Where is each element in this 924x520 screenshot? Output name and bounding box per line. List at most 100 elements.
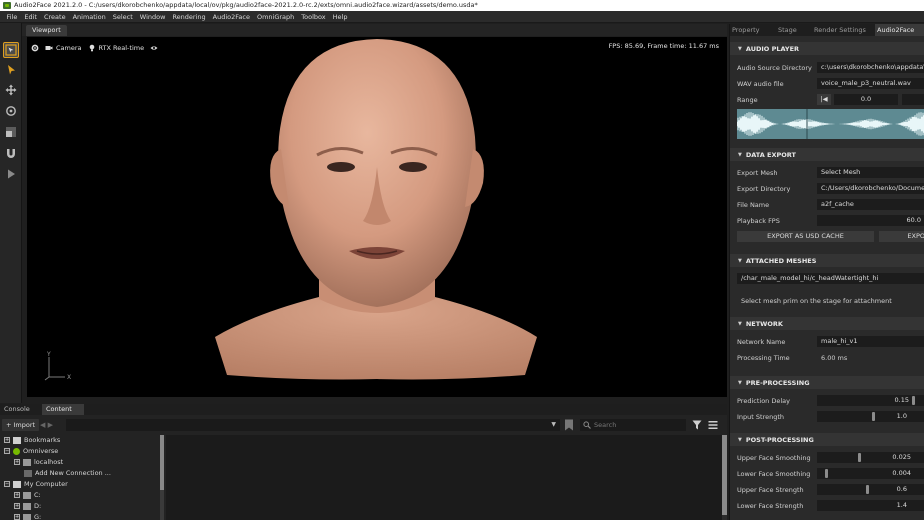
attached-mesh-path[interactable]: /char_male_model_hi/c_headWatertight_hi (737, 273, 924, 284)
render-mode-label: RTX Real-time (98, 43, 145, 52)
wav-file-field[interactable]: voice_male_p3_neutral.wav (817, 78, 924, 89)
menu-audio2face[interactable]: Audio2Face (209, 13, 253, 21)
data-export-header[interactable]: ▼ DATA EXPORT (730, 148, 924, 161)
bookmark-icon[interactable] (564, 419, 574, 431)
menu-toolbox[interactable]: Toolbox (298, 13, 329, 21)
menu-rendering[interactable]: Rendering (169, 13, 209, 21)
lower-face-smoothing-slider[interactable]: 0.004 (817, 468, 924, 479)
camera-button[interactable]: Camera (45, 44, 82, 52)
file-name-field[interactable]: a2f_cache (817, 199, 924, 210)
play-icon[interactable] (3, 166, 19, 182)
menu-edit[interactable]: Edit (21, 13, 41, 21)
upper-face-strength-slider[interactable]: 0.6 (817, 484, 924, 495)
range-end-field[interactable] (902, 94, 924, 105)
collapse-icon[interactable]: − (4, 481, 10, 487)
menu-help[interactable]: Help (329, 13, 351, 21)
tree-item-omniverse[interactable]: − Omniverse (4, 446, 58, 456)
network-name-field[interactable]: male_hi_v1 (817, 336, 924, 347)
viewport[interactable]: Camera RTX Real-time FPS: 85.69, Frame t… (27, 37, 727, 397)
move-icon[interactable] (3, 82, 19, 98)
tab-render-settings[interactable]: Render Settings (812, 24, 875, 36)
network-name-label: Network Name (737, 338, 786, 346)
network-header[interactable]: ▼ NETWORK (730, 317, 924, 330)
playback-fps-field[interactable]: 60.0 (817, 215, 924, 226)
visibility-button[interactable] (150, 44, 158, 52)
omniverse-icon (13, 447, 20, 455)
tree-item-drive-d[interactable]: + D: (14, 501, 41, 511)
content-scrollbar-thumb[interactable] (722, 435, 727, 515)
content-toolbar: + Import ◀ ▶ ▼ Search (0, 418, 727, 432)
audio-waveform[interactable] (737, 109, 924, 139)
content-grid[interactable] (166, 435, 722, 520)
audio-player-header[interactable]: ▼ AUDIO PLAYER (730, 42, 924, 55)
collapse-icon[interactable]: − (4, 448, 10, 454)
expand-icon[interactable]: + (4, 437, 10, 443)
pre-processing-header[interactable]: ▼ PRE-PROCESSING (730, 376, 924, 389)
tab-content[interactable]: Content (42, 404, 84, 415)
rotate-icon[interactable] (3, 103, 19, 119)
chevron-down-icon[interactable]: ▼ (551, 419, 556, 431)
import-button[interactable]: + Import (2, 419, 40, 431)
tab-console[interactable]: Console (0, 404, 42, 415)
snap-magnet-icon[interactable] (3, 145, 19, 161)
drive-icon (23, 513, 31, 520)
expand-icon[interactable]: + (14, 492, 20, 498)
export-dir-field[interactable]: C:/Users/dkorobchenko/Documents (817, 183, 924, 194)
slider-thumb[interactable] (866, 485, 869, 494)
tree-item-my-computer[interactable]: − My Computer (4, 479, 68, 489)
menu-window[interactable]: Window (136, 13, 169, 21)
tree-item-drive-c[interactable]: + C: (14, 490, 41, 500)
select-mode-icon[interactable] (3, 42, 19, 58)
attached-meshes-header[interactable]: ▼ ATTACHED MESHES (730, 254, 924, 267)
menu-omnigraph[interactable]: OmniGraph (253, 13, 297, 21)
arrow-select-icon[interactable] (3, 62, 19, 78)
slider-thumb[interactable] (825, 469, 828, 478)
prediction-delay-slider[interactable]: 0.15 (817, 395, 924, 406)
filter-icon[interactable] (692, 420, 702, 430)
menu-file[interactable]: File (3, 13, 21, 21)
expand-icon[interactable]: + (14, 503, 20, 509)
post-processing-header[interactable]: ▼ POST-PROCESSING (730, 433, 924, 446)
list-view-icon[interactable] (708, 420, 718, 430)
tree-item-localhost[interactable]: + localhost (14, 457, 63, 467)
menu-animation[interactable]: Animation (69, 13, 109, 21)
scale-icon[interactable] (3, 124, 19, 140)
expand-icon[interactable]: + (14, 514, 20, 520)
export-usd-cache-button[interactable]: EXPORT AS USD CACHE (737, 231, 874, 242)
menu-create[interactable]: Create (40, 13, 69, 21)
tree-scrollbar-thumb[interactable] (160, 435, 164, 490)
content-browser: + Import ◀ ▶ ▼ Search + Bookmarks − Omni… (0, 415, 727, 520)
tree-item-bookmarks[interactable]: + Bookmarks (4, 435, 60, 445)
path-field[interactable]: ▼ (66, 419, 560, 431)
lower-face-strength-slider[interactable]: 1.4 (817, 500, 924, 511)
skip-to-start-button[interactable]: |◀ (817, 94, 831, 105)
audio-source-dir-field[interactable]: c:\users\dkorobchenko\appdata\lo (817, 62, 924, 73)
drive-icon (23, 502, 31, 510)
export-dir-label: Export Directory (737, 185, 791, 193)
tab-audio2face[interactable]: Audio2Face (875, 24, 924, 36)
forward-arrow-icon[interactable]: ▶ (48, 421, 53, 429)
search-icon (583, 421, 591, 429)
range-start-field[interactable]: 0.0 (834, 94, 898, 105)
skip-start-icon: |◀ (820, 95, 828, 103)
input-strength-slider[interactable]: 1.0 (817, 411, 924, 422)
export-other-button[interactable]: EXPO (879, 231, 924, 242)
slider-thumb[interactable] (858, 453, 861, 462)
tree-item-add-connection[interactable]: Add New Connection ... (24, 468, 111, 478)
expand-icon[interactable]: + (14, 459, 20, 465)
tree-item-drive-g[interactable]: + G: (14, 512, 41, 520)
menu-select[interactable]: Select (109, 13, 136, 21)
lower-face-smoothing-label: Lower Face Smoothing (737, 470, 811, 478)
tab-property[interactable]: Property (730, 24, 776, 36)
slider-thumb[interactable] (872, 412, 875, 421)
tab-viewport[interactable]: Viewport (26, 25, 67, 36)
back-arrow-icon[interactable]: ◀ (40, 421, 45, 429)
viewport-toolbar: Camera RTX Real-time (31, 41, 158, 54)
search-input[interactable]: Search (580, 419, 686, 431)
render-mode-button[interactable]: RTX Real-time (88, 43, 145, 52)
export-mesh-select[interactable]: Select Mesh (817, 167, 924, 178)
viewport-settings-button[interactable] (31, 44, 39, 52)
slider-thumb[interactable] (912, 396, 915, 405)
upper-face-smoothing-slider[interactable]: 0.025 (817, 452, 924, 463)
tab-stage[interactable]: Stage (776, 24, 812, 36)
